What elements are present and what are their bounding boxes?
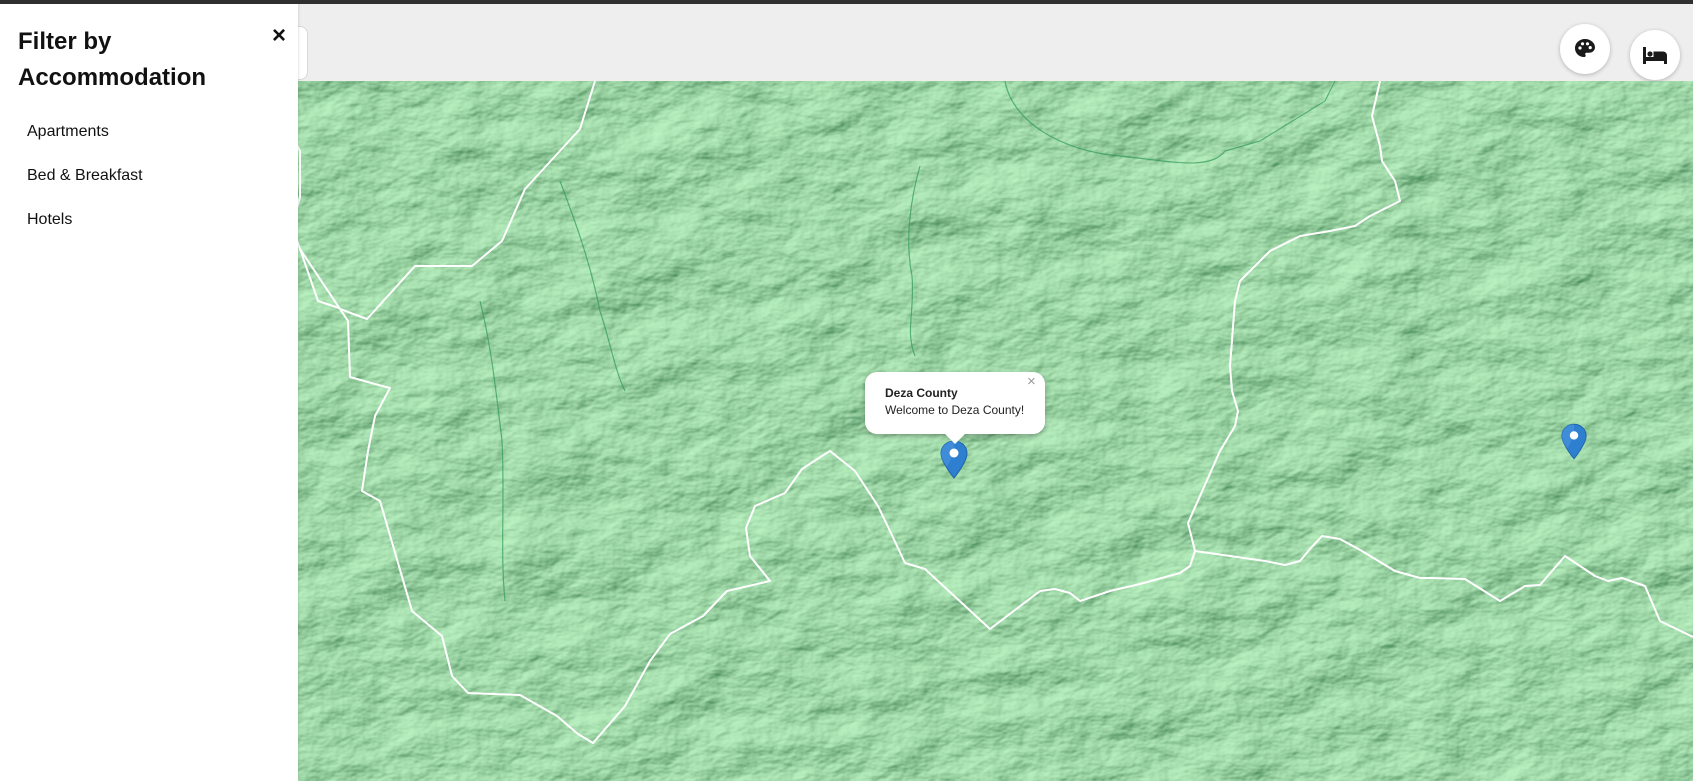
- close-icon[interactable]: ×: [266, 22, 292, 50]
- popup-title: Deza County: [885, 386, 958, 400]
- accommodation-filter-sidebar: Filter by Accommodation × Apartments Bed…: [0, 0, 298, 781]
- popup-close-button[interactable]: ×: [1027, 374, 1036, 390]
- popup-text: Welcome to Deza County!: [885, 403, 1025, 417]
- filter-item-bed-and-breakfast[interactable]: Bed & Breakfast: [0, 162, 298, 206]
- window-top-bar: [0, 0, 1693, 4]
- palette-button[interactable]: [1560, 24, 1610, 74]
- bed-icon: [1643, 47, 1667, 64]
- filter-item-apartments[interactable]: Apartments: [0, 118, 298, 162]
- accommodation-button[interactable]: [1630, 30, 1680, 80]
- map-marker-icon[interactable]: [939, 440, 969, 480]
- palette-icon: [1575, 39, 1595, 57]
- filter-item-hotels[interactable]: Hotels: [0, 206, 298, 250]
- map-marker-icon[interactable]: [1560, 422, 1588, 462]
- sidebar-title: Filter by Accommodation: [18, 28, 207, 91]
- map-popup: Deza County Welcome to Deza County! ×: [865, 372, 1045, 444]
- filter-list: Apartments Bed & Breakfast Hotels: [0, 118, 298, 250]
